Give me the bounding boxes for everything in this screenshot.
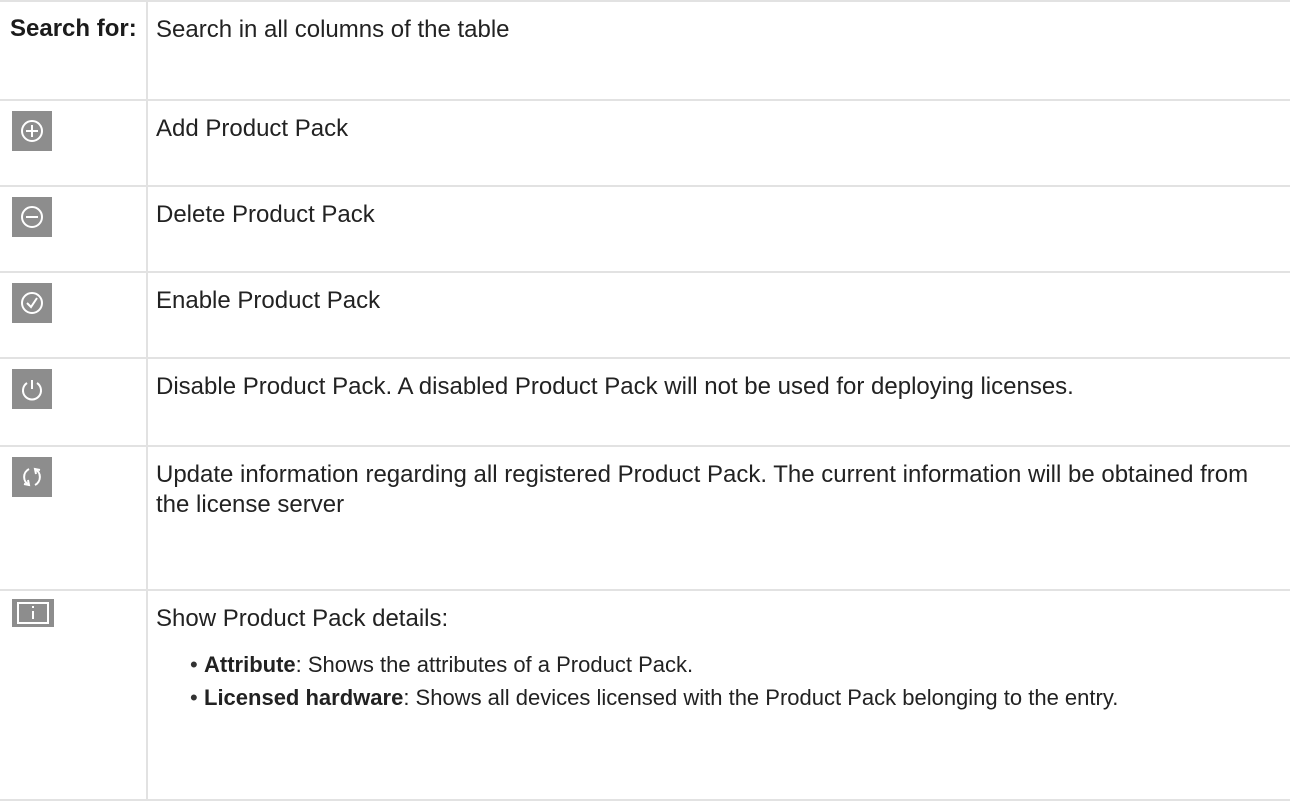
key-cell bbox=[0, 99, 148, 187]
row-description: Add Product Pack bbox=[156, 115, 349, 142]
table-row: Search for: Search in all columns of the… bbox=[0, 0, 1290, 101]
table-row: Enable Product Pack bbox=[0, 271, 1290, 359]
table-row: Show Product Pack details: Attribute: Sh… bbox=[0, 589, 1290, 801]
table-row: Disable Product Pack. A disabled Product… bbox=[0, 357, 1290, 447]
description-cell: Search in all columns of the table bbox=[147, 0, 1290, 101]
list-item-term: Attribute bbox=[204, 652, 296, 677]
table-row: Update information regarding all registe… bbox=[0, 445, 1290, 591]
description-cell: Show Product Pack details: Attribute: Sh… bbox=[147, 589, 1290, 801]
description-cell: Enable Product Pack bbox=[147, 271, 1290, 359]
list-item-term: Licensed hardware bbox=[204, 685, 404, 710]
list-item-text: : Shows the attributes of a Product Pack… bbox=[295, 652, 694, 677]
key-cell bbox=[0, 185, 148, 273]
key-cell: Search for: bbox=[0, 0, 148, 101]
toolbar-reference-table: Search for: Search in all columns of the… bbox=[0, 0, 1290, 801]
description-cell: Delete Product Pack bbox=[147, 185, 1290, 273]
info-icon bbox=[12, 599, 54, 627]
details-list: Attribute: Shows the attributes of a Pro… bbox=[156, 650, 1282, 713]
row-description: Update information regarding all registe… bbox=[156, 461, 1249, 518]
check-circle-icon bbox=[12, 283, 52, 323]
list-item: Attribute: Shows the attributes of a Pro… bbox=[190, 650, 1282, 680]
refresh-icon bbox=[12, 457, 52, 497]
key-cell bbox=[0, 445, 148, 591]
row-description: Delete Product Pack bbox=[156, 201, 375, 228]
list-item: Licensed hardware: Shows all devices lic… bbox=[190, 683, 1282, 713]
list-item-text: : Shows all devices licensed with the Pr… bbox=[403, 685, 1119, 710]
key-cell bbox=[0, 357, 148, 447]
description-cell: Disable Product Pack. A disabled Product… bbox=[147, 357, 1290, 447]
details-description: Show Product Pack details: bbox=[156, 605, 449, 632]
table-row: Delete Product Pack bbox=[0, 185, 1290, 273]
key-cell bbox=[0, 589, 148, 801]
row-description: Disable Product Pack. A disabled Product… bbox=[156, 373, 1074, 400]
search-label: Search for: bbox=[10, 15, 137, 42]
power-icon bbox=[12, 369, 52, 409]
key-cell bbox=[0, 271, 148, 359]
row-description: Enable Product Pack bbox=[156, 287, 381, 314]
description-cell: Add Product Pack bbox=[147, 99, 1290, 187]
remove-circle-icon bbox=[12, 197, 52, 237]
search-description: Search in all columns of the table bbox=[156, 16, 510, 43]
add-circle-icon bbox=[12, 111, 52, 151]
description-cell: Update information regarding all registe… bbox=[147, 445, 1290, 591]
table-row: Add Product Pack bbox=[0, 99, 1290, 187]
